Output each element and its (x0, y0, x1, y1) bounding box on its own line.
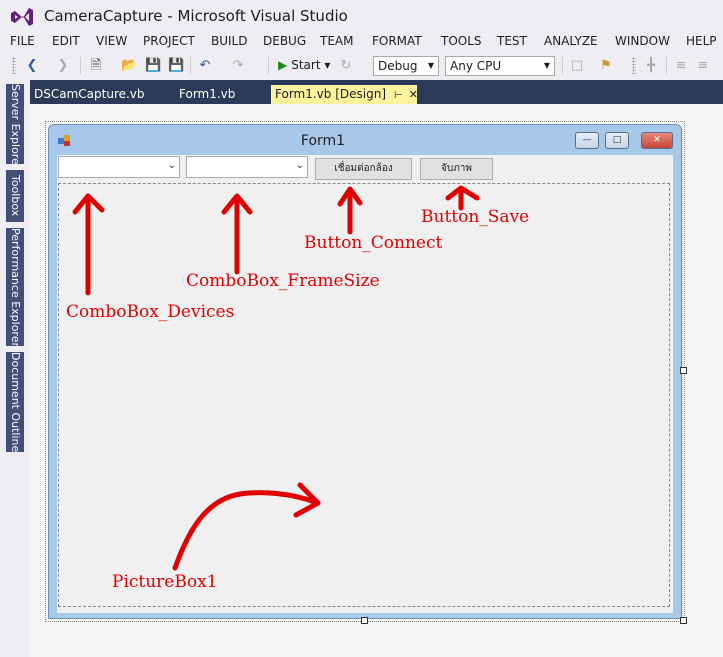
minimize-button[interactable]: — (575, 132, 599, 149)
menu-build[interactable]: BUILD (211, 34, 247, 48)
form1-title: Form1 (300, 133, 346, 149)
tab-form1-design-label: Form1.vb [Design] (275, 87, 387, 101)
label-combobox-framesize: ComboBox_FrameSize (186, 271, 380, 291)
label-button-connect: Button_Connect (304, 233, 443, 253)
combobox-devices[interactable]: ⌄ (58, 156, 180, 178)
toolbar-separator (666, 57, 667, 74)
menu-test[interactable]: TEST (497, 34, 527, 48)
visual-studio-logo-icon (11, 8, 33, 26)
align-center-icon[interactable]: ≡ (696, 57, 710, 74)
dropdown-arrow-icon: ▼ (427, 61, 434, 70)
toolbar-separator (80, 57, 81, 74)
menu-bar: FILE EDIT VIEW PROJECT BUILD DEBUG TEAM … (0, 32, 723, 52)
solution-platform-dropdown[interactable]: Any CPU ▼ (445, 56, 555, 76)
redo-icon[interactable]: ↷ (230, 57, 246, 74)
find-in-files-icon[interactable]: □ (570, 57, 584, 74)
platform-value: Any CPU (450, 59, 502, 73)
solution-configuration-dropdown[interactable]: Debug ▼ (373, 56, 439, 76)
chevron-down-icon: ⌄ (295, 160, 304, 171)
menu-project[interactable]: PROJECT (143, 34, 195, 48)
toolbar-grip[interactable] (632, 57, 636, 74)
menu-format[interactable]: FORMAT (372, 34, 422, 48)
configuration-value: Debug (378, 59, 418, 73)
label-picturebox: PictureBox1 (112, 572, 218, 592)
toolbar-grip[interactable] (12, 57, 16, 74)
refresh-icon[interactable]: ↻ (338, 57, 354, 74)
button-connect[interactable]: เชื่อมต่อกล้อง (315, 158, 412, 180)
dropdown-arrow-icon: ▼ (543, 61, 550, 70)
resize-handle-bottom-right[interactable] (680, 617, 687, 624)
maximize-button[interactable]: □ (605, 132, 629, 149)
save-icon[interactable]: 💾 (145, 57, 161, 74)
start-label: Start (291, 58, 321, 72)
form1-window[interactable]: Form1 — □ ✕ ⌄ ⌄ เชื่อมต่อกล้อง จับภาพ (48, 124, 682, 619)
navigate-back-icon[interactable]: ❮ (24, 57, 40, 74)
menu-analyze[interactable]: ANALYZE (544, 34, 598, 48)
close-tab-icon[interactable]: ✕ (409, 88, 418, 101)
navigate-forward-icon[interactable]: ❯ (56, 57, 70, 74)
resize-handle-bottom[interactable] (361, 617, 368, 624)
toolbox-tab[interactable]: Toolbox (6, 170, 24, 222)
label-button-save: Button_Save (421, 207, 530, 227)
close-button[interactable]: ✕ (641, 132, 673, 149)
save-all-icon[interactable]: 💾 (168, 57, 184, 74)
pin-icon[interactable]: ⊢ (394, 90, 403, 101)
standard-toolbar: ❮ ❯ 🗎 📂 💾 💾 ↶ ↷ ▶ Start ▾ ↻ Debug ▼ Any CP… (0, 52, 723, 79)
play-icon: ▶ (278, 58, 288, 72)
toolbar-separator (562, 57, 563, 74)
combobox-framesize[interactable]: ⌄ (186, 156, 308, 178)
chevron-down-icon: ⌄ (167, 160, 176, 171)
form1-client-area: ⌄ ⌄ เชื่อมต่อกล้อง จับภาพ (57, 155, 673, 613)
undo-icon[interactable]: ↶ (197, 57, 213, 74)
align-left-icon[interactable]: ≡ (674, 57, 688, 74)
open-file-icon[interactable]: 📂 (121, 57, 137, 74)
form1-title-bar: Form1 — □ ✕ (49, 125, 681, 155)
menu-edit[interactable]: EDIT (52, 34, 80, 48)
menu-team[interactable]: TEAM (320, 34, 353, 48)
document-outline-tab[interactable]: Document Outline (6, 352, 24, 452)
left-tool-window-strip: Server Explorer Toolbox Performance Expl… (0, 80, 30, 657)
toolbar-separator (268, 57, 269, 74)
menu-help[interactable]: HELP (686, 34, 717, 48)
new-project-icon[interactable]: 🗎 (88, 57, 104, 74)
label-combobox-devices: ComboBox_Devices (66, 302, 235, 322)
toolbar-separator (190, 57, 191, 74)
menu-file[interactable]: FILE (10, 34, 35, 48)
tab-form1-design[interactable]: Form1.vb [Design] ⊢ ✕ (271, 85, 418, 104)
menu-debug[interactable]: DEBUG (263, 34, 306, 48)
tab-dscamcapture-vb[interactable]: DSCamCapture.vb (30, 85, 149, 104)
menu-tools[interactable]: TOOLS (441, 34, 482, 48)
solution-explorer-icon[interactable]: ⚑ (598, 57, 614, 74)
title-bar: CameraCapture - Microsoft Visual Studio (0, 0, 723, 32)
performance-explorer-tab[interactable]: Performance Explorer (6, 228, 24, 347)
resize-handle-right[interactable] (680, 367, 687, 374)
start-debugging-button[interactable]: ▶ Start ▾ (278, 57, 330, 74)
button-save[interactable]: จับภาพ (420, 158, 493, 180)
menu-window[interactable]: WINDOW (615, 34, 670, 48)
server-explorer-tab[interactable]: Server Explorer (6, 84, 24, 169)
document-tab-well: DSCamCapture.vb Form1.vb Form1.vb [Desig… (30, 80, 723, 104)
align-icon[interactable]: ╋ (644, 57, 658, 74)
tab-form1-vb[interactable]: Form1.vb (175, 85, 239, 104)
app-title: CameraCapture - Microsoft Visual Studio (44, 7, 348, 25)
menu-view[interactable]: VIEW (96, 34, 127, 48)
